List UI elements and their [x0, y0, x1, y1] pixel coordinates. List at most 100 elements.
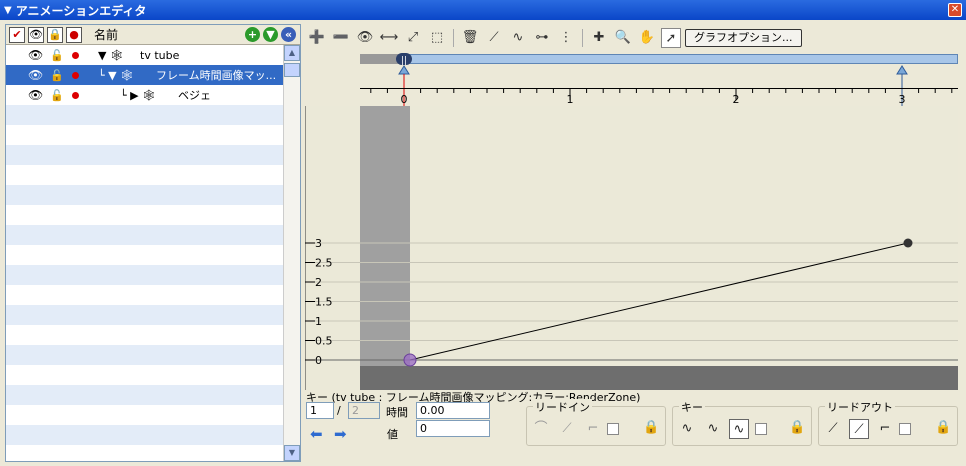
key-broken-icon[interactable]: ∿: [703, 419, 723, 439]
record-column-icon[interactable]: ●: [66, 26, 82, 43]
tree-row-label: tv tube: [140, 48, 180, 62]
lead-out-step-icon[interactable]: ⌐: [875, 419, 895, 439]
graph-options-button[interactable]: グラフオプション...: [685, 29, 802, 47]
key-slash: /: [337, 404, 341, 417]
lead-out-label: リードアウト: [825, 399, 895, 415]
lead-out-group: リードアウト ⟋ ⟋ ⌐ 🔒: [818, 399, 958, 446]
lead-in-group: リードイン ⌒ ⟋ ⌐ 🔒: [526, 399, 666, 446]
key-count-field: 2: [348, 402, 380, 419]
fit-selection-icon[interactable]: ⬚: [427, 28, 447, 48]
bottom-band: [360, 366, 958, 390]
keyframe-point[interactable]: [903, 238, 913, 248]
close-button[interactable]: ✕: [948, 3, 962, 17]
vertical-keys-icon[interactable]: ⋮: [556, 28, 576, 48]
y-tick-label: 3: [315, 237, 322, 250]
channel-tree-panel: ✔ 👁 🔒 ● 名前 + ▼ « 👁 🔓 ▼ 🕸 tv tube 👁 🔓 └ ▼…: [5, 24, 301, 462]
y-tick-label: 2: [315, 276, 322, 289]
range-handle-icon[interactable]: ||: [396, 53, 412, 66]
eye-icon[interactable]: 👁: [28, 68, 43, 82]
tree-row-label: フレーム時間画像マッ...: [156, 69, 277, 82]
time-tick-label: 3: [898, 93, 906, 106]
window-title: アニメーションエディタ: [15, 3, 147, 18]
value-label: 値: [387, 428, 398, 441]
tree-header: ✔ 👁 🔒 ● 名前 + ▼ «: [6, 25, 300, 45]
expand-down-icon[interactable]: ▼: [263, 27, 278, 42]
tree-row-label: ベジェ: [178, 89, 211, 102]
tree-row-bezier[interactable]: 👁 🔓 └ ▶ 🕸 ベジェ: [6, 85, 284, 105]
lock-column-icon[interactable]: 🔒: [47, 26, 63, 43]
record-dot-icon[interactable]: [72, 92, 79, 99]
next-key-icon[interactable]: ➡: [334, 425, 347, 443]
lead-out-curve-icon[interactable]: ⟋: [823, 419, 843, 439]
prev-key-icon[interactable]: ⬅: [310, 425, 323, 443]
eye-icon[interactable]: 👁: [28, 48, 43, 62]
curve-graph[interactable]: 3 2.5 2 1.5 1 0.5 0: [305, 106, 958, 390]
tree-row-frame-time-mapping[interactable]: 👁 🔓 └ ▼ 🕸 フレーム時間画像マッ...: [6, 65, 284, 85]
title-collapse-icon[interactable]: ▼: [4, 5, 12, 16]
y-tick-label: 2.5: [315, 257, 333, 270]
zoom-icon[interactable]: 🔍: [613, 28, 633, 48]
end-key-marker[interactable]: [896, 65, 908, 75]
keyframe-point[interactable]: [403, 353, 417, 367]
add-key-icon[interactable]: ➕: [307, 28, 327, 48]
collapse-panel-icon[interactable]: «: [281, 27, 296, 42]
linear-curve-icon[interactable]: ⟋: [484, 28, 504, 48]
lead-in-linear-icon: ⟋: [562, 421, 572, 436]
lock-icon[interactable]: 🔓: [50, 89, 64, 102]
tree-row-prefix-icon[interactable]: ▼ 🕸: [98, 49, 124, 62]
scroll-down-icon[interactable]: ▼: [284, 445, 300, 461]
tree-row-prefix-icon[interactable]: └ ▶ 🕸: [120, 89, 156, 102]
curve-graph-svg[interactable]: 3 2.5 2 1.5 1 0.5 0: [305, 106, 958, 390]
fit-all-icon[interactable]: ⤢: [403, 28, 423, 48]
playhead-marker[interactable]: [398, 65, 410, 75]
view-icon[interactable]: 👁: [355, 28, 375, 48]
value-field[interactable]: 0: [416, 420, 490, 437]
svg-text:||: ||: [401, 56, 407, 66]
pan-hand-icon[interactable]: ✋: [637, 28, 657, 48]
lead-out-checkbox[interactable]: [899, 423, 911, 435]
delete-icon[interactable]: 🗑: [460, 28, 480, 48]
window-titlebar: ▼ アニメーションエディタ ✕: [0, 0, 966, 20]
y-tick-label: 1.5: [315, 296, 333, 309]
lead-in-lock-icon[interactable]: 🔒: [643, 420, 659, 435]
tree-rows: 👁 🔓 ▼ 🕸 tv tube 👁 🔓 └ ▼ 🕸 フレーム時間画像マッ... …: [6, 45, 284, 461]
time-ruler: 0 1 2 3: [360, 88, 958, 106]
step-curve-icon[interactable]: ⊶: [532, 28, 552, 48]
fit-horizontal-icon[interactable]: ⟷: [379, 28, 399, 48]
key-group-label: キー: [679, 399, 705, 415]
lead-in-checkbox: [607, 423, 619, 435]
add-point-icon[interactable]: ✚: [589, 28, 609, 48]
record-dot-icon[interactable]: [72, 52, 79, 59]
time-tick-label: 0: [400, 93, 408, 106]
tree-vertical-scrollbar[interactable]: ▲ ▼: [283, 45, 300, 461]
record-dot-icon[interactable]: [72, 72, 79, 79]
key-checkbox[interactable]: [755, 423, 767, 435]
select-pointer-icon[interactable]: ➚: [661, 28, 681, 48]
tree-row-tv-tube[interactable]: 👁 🔓 ▼ 🕸 tv tube: [6, 45, 284, 65]
lock-icon[interactable]: 🔓: [50, 69, 64, 82]
key-smooth-icon[interactable]: ∿: [677, 419, 697, 439]
time-value-field[interactable]: 0.00: [416, 402, 490, 419]
tree-row-prefix-icon[interactable]: └ ▼ 🕸: [98, 69, 134, 82]
scroll-up-icon[interactable]: ▲: [284, 45, 300, 61]
lead-in-curve-icon: ⌒: [534, 421, 548, 436]
lead-out-linear-icon[interactable]: ⟋: [849, 419, 869, 439]
lead-in-step-icon: ⌐: [587, 421, 599, 436]
check-all-icon[interactable]: ✔: [9, 26, 25, 43]
key-index-field[interactable]: 1: [306, 402, 334, 419]
lead-out-lock-icon[interactable]: 🔒: [935, 420, 951, 435]
lock-icon[interactable]: 🔓: [50, 49, 64, 62]
pre-range-area: [360, 106, 410, 390]
remove-key-icon[interactable]: ➖: [331, 28, 351, 48]
toolbar-separator: [582, 29, 583, 47]
add-channel-icon[interactable]: +: [245, 27, 260, 42]
time-tick-label: 2: [732, 93, 740, 106]
key-lock-icon[interactable]: 🔒: [789, 420, 805, 435]
bezier-curve-icon[interactable]: ∿: [508, 28, 528, 48]
scroll-thumb[interactable]: [284, 63, 300, 77]
visibility-column-icon[interactable]: 👁: [28, 26, 44, 43]
name-column-label: 名前: [94, 28, 119, 42]
timeline[interactable]: || 0 1 2 3: [360, 52, 958, 108]
eye-icon[interactable]: 👁: [28, 88, 43, 102]
key-auto-icon[interactable]: ∿: [729, 419, 749, 439]
